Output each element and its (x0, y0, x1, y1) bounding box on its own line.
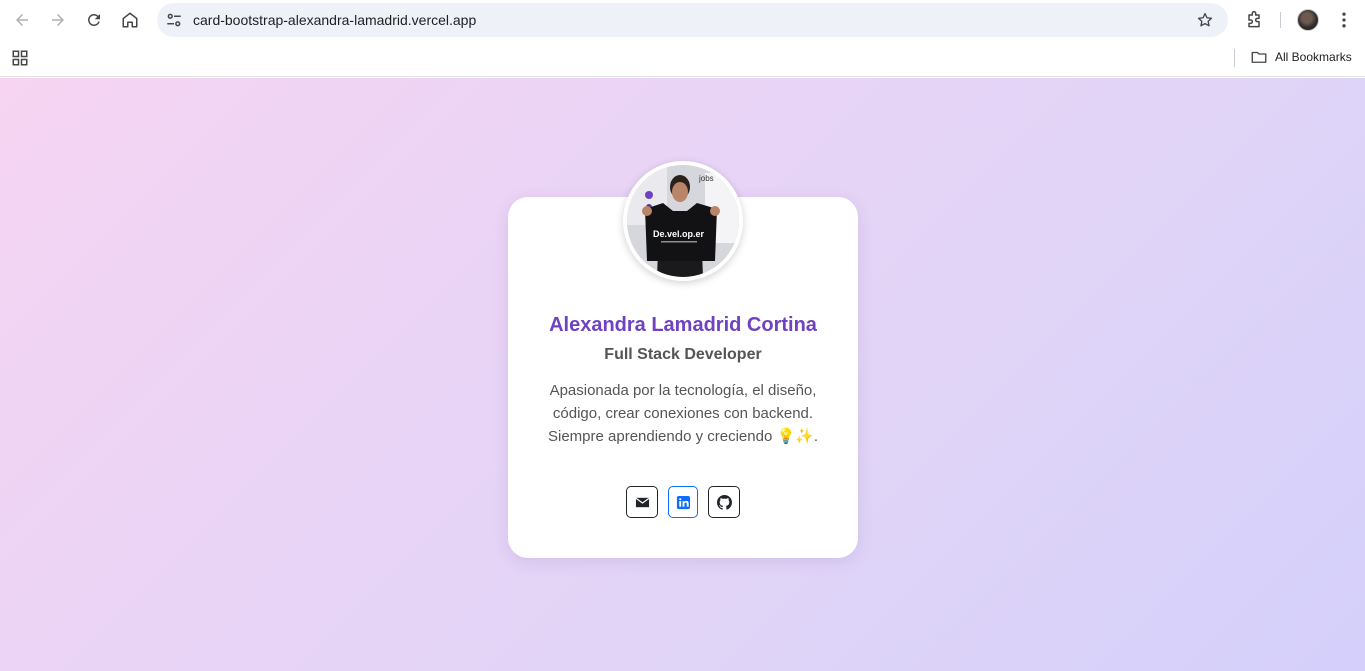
apps-grid-icon[interactable] (11, 49, 29, 67)
url-text[interactable]: card-bootstrap-alexandra-lamadrid.vercel… (193, 12, 476, 28)
home-button[interactable] (116, 6, 144, 34)
bookmarks-separator (1234, 49, 1235, 67)
browser-toolbar: card-bootstrap-alexandra-lamadrid.vercel… (0, 0, 1365, 40)
extensions-button[interactable] (1240, 6, 1268, 34)
arrow-right-icon (52, 14, 64, 26)
home-icon (122, 12, 138, 28)
menu-button[interactable] (1330, 6, 1358, 34)
bookmark-star-icon[interactable] (1196, 11, 1214, 29)
bookmarks-bar: All Bookmarks (0, 40, 1365, 77)
linkedin-button[interactable] (668, 486, 698, 518)
kebab-menu-icon (1342, 12, 1346, 28)
back-button[interactable] (8, 6, 36, 34)
address-bar[interactable]: card-bootstrap-alexandra-lamadrid.vercel… (157, 3, 1228, 37)
reload-icon (88, 14, 100, 26)
profile-photo: jobs De.vel.op.er (623, 161, 743, 281)
github-button[interactable] (708, 486, 740, 518)
envelope-icon (635, 497, 649, 507)
all-bookmarks-button[interactable]: All Bookmarks (1250, 48, 1352, 66)
reload-button[interactable] (80, 6, 108, 34)
toolbar-separator (1280, 12, 1281, 28)
all-bookmarks-label[interactable]: All Bookmarks (1275, 50, 1352, 64)
forward-button[interactable] (44, 6, 72, 34)
page-viewport: Alexandra Lamadrid Cortina Full Stack De… (0, 78, 1365, 671)
folder-icon (1251, 51, 1267, 63)
profile-name: Alexandra Lamadrid Cortina (549, 314, 817, 336)
banner-text: jobs (698, 174, 714, 183)
social-links (508, 486, 858, 518)
email-button[interactable] (626, 486, 658, 518)
github-icon (716, 494, 732, 510)
profile-role: Full Stack Developer (604, 346, 762, 363)
arrow-left-icon (16, 14, 28, 26)
profile-photo-image: jobs De.vel.op.er (627, 165, 739, 277)
linkedin-icon (676, 495, 690, 509)
site-info-icon[interactable] (165, 11, 183, 29)
puzzle-icon (1248, 10, 1260, 28)
shirt-text: De.vel.op.er (653, 229, 705, 239)
profile-avatar[interactable] (1297, 9, 1319, 31)
profile-bio: Apasionada por la tecnología, el diseño,… (548, 382, 818, 445)
